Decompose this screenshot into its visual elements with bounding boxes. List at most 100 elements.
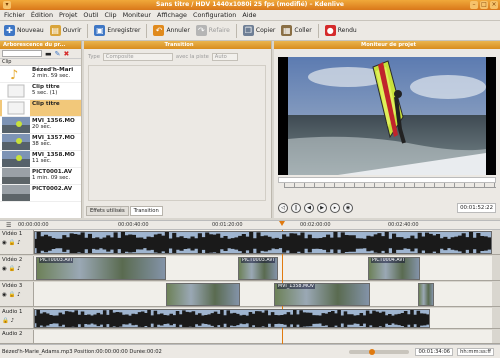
toolbar-label: Enregistrer [107,27,141,34]
clip-item[interactable]: MVI_1357.MO 38 sec. [0,134,81,151]
menu-aide[interactable]: Aide [242,11,256,19]
track-header[interactable]: Vidéo 2 ◉ 🔒 ♪ [0,256,34,280]
zoom-slider[interactable] [349,348,410,355]
transition-settings-area [88,65,266,201]
track-header[interactable]: Vidéo 1 ◉ 🔒 ♪ [0,230,34,254]
clip-item[interactable]: MVI_1358.MO 11 sec. [0,151,81,168]
toolbar-label: Rendu [337,27,357,34]
track-header[interactable]: Audio 2 [0,330,34,343]
track-lock-mute-icon[interactable]: 🔒 ♪ [2,318,31,324]
edit-clip-icon[interactable]: ✎ [55,50,61,58]
transition-panel: Transition Type Composite avec la piste … [84,41,272,218]
maximize-icon[interactable]: □ [480,1,488,9]
clip-item[interactable]: Clip titre [0,100,81,117]
transition-track-label: avec la piste [175,54,209,60]
toolbar-separator [87,23,89,38]
transition-row: Type Composite avec la piste Auto [84,52,271,62]
track-name: Audio 2 [2,331,23,337]
clip-thumbnail [2,134,30,150]
menu-clip[interactable]: Clip [105,11,117,19]
timeline-clip[interactable] [418,283,434,306]
status-timecode[interactable]: 00:01:34:06 [415,347,454,356]
menu-configuration[interactable]: Configuration [193,11,236,19]
clip-list: ♪ Bézed'h-Mari 2 min. 59 sec. Clip titre 5 s… [0,66,81,202]
menu-affichage[interactable]: Affichage [157,11,187,19]
enregistrer-button[interactable]: ▣ Enregistrer [94,25,140,36]
rendu-button[interactable]: ● Rendu [324,25,357,36]
timeline-clip[interactable] [166,283,240,306]
minimize-icon[interactable]: – [470,1,478,9]
menu-fichier[interactable]: Fichier [4,11,25,19]
monitor-video-frame[interactable] [278,57,496,175]
timecode-format-select[interactable]: hh:mm:ss:ff [457,347,494,356]
play-button[interactable]: ▶ [317,203,327,213]
menu-outil[interactable]: Outil [83,11,98,19]
track-lock-mute-icon[interactable]: ◉ 🔒 ♪ [2,266,31,272]
toolbar-label: Annuler [166,27,190,34]
copy-icon: ❐ [242,25,254,36]
project-search-input[interactable] [2,50,42,57]
clip-label: PICT0003.AVI [241,258,275,263]
clip-item[interactable]: Clip titre 5 sec. (1) [0,83,81,100]
timeline-ruler[interactable]: ☰ 00:00:00:00 00:00:40:00 00:01:20:00 00… [0,220,500,230]
annuler-button[interactable]: ↶ Annuler [153,25,190,36]
clip-thumbnail [2,168,30,184]
transition-track-select[interactable]: Auto [211,53,238,61]
delete-clip-icon[interactable]: ✖ [64,50,70,58]
transition-type-select[interactable]: Composite [102,53,173,61]
monitor-timecode[interactable]: 00:01:52:22 [457,203,496,213]
clip-item[interactable]: PICT0002.AV [0,185,81,202]
add-clip-icon[interactable]: ▬ [45,50,52,58]
new-file-icon: ✚ [4,25,15,36]
window-menu-icon[interactable]: ▾ [3,1,11,9]
next-button[interactable]: ▸ [330,203,340,213]
clip-item[interactable]: PICT0001.AV 1 min. 09 sec. [0,168,81,185]
redo-icon: ↷ [195,25,207,36]
track-lock-mute-icon[interactable]: ◉ 🔒 ♪ [2,240,31,246]
timeline-clip[interactable]: PICT0004.AVI [368,257,420,280]
timeline-clip[interactable]: PICT0003.AVI [238,257,278,280]
menu-moniteur[interactable]: Moniteur [123,11,151,19]
clip-text: Bézed'h-Mari 2 min. 59 sec. [32,66,73,82]
record-button[interactable]: ◉ [343,203,353,213]
coller-button[interactable]: ▦ Coller [281,25,312,36]
timeline-menu-icon[interactable]: ☰ [6,222,11,229]
refaire-button[interactable]: ↷ Refaire [195,25,230,36]
ruler-mark: 00:00:00:00 [18,222,49,228]
timeline-clip[interactable]: MVI_1358.MOV [274,283,370,306]
copier-button[interactable]: ❐ Copier [242,25,275,36]
ruler-mark: 00:00:40:00 [118,222,149,228]
transition-tabs: Effets utilisés Transition [86,206,164,216]
clip-item[interactable]: MVI_1356.MO 20 sec. [0,117,81,134]
clip-name: Clip titre [32,101,60,107]
menu-dition[interactable]: Édition [31,11,53,19]
project-toolbar: ▬ ✎ ✖ [0,49,81,59]
clip-duration: 5 sec. (1) [32,90,58,96]
clip-item[interactable]: ♪ Bézed'h-Mari 2 min. 59 sec. [0,66,81,83]
clip-thumbnail: ♪ [2,66,30,82]
track-header[interactable]: Vidéo 3 ◉ 🔒 ♪ [0,282,34,306]
ruler-mark: 00:02:40:00 [388,222,419,228]
ouvrir-button[interactable]: ▤ Ouvrir [49,25,81,36]
tab-transition[interactable]: Transition [129,206,163,216]
rewind-button[interactable]: ◁ [278,203,288,213]
track-area[interactable] [34,330,492,343]
windsurf-image [278,57,496,175]
track-name: Audio 1 [2,309,23,315]
menu-projet[interactable]: Projet [59,11,77,19]
tab-effects-used[interactable]: Effets utilisés [86,206,129,216]
clip-text: PICT0001.AV 1 min. 09 sec. [32,168,72,184]
track-header[interactable]: Audio 1 🔒 ♪ [0,308,34,328]
nouveau-button[interactable]: ✚ Nouveau [4,25,44,36]
timeline-clip[interactable] [34,309,430,328]
close-icon[interactable]: × [490,1,498,9]
project-monitor-panel: Moniteur de projet ◁ ‖ ◀ ▶ ▸ ◉ 00:01:52:… [274,41,500,218]
clip-duration: 11 sec. [32,158,52,164]
ruler-mark: 00:02:00:00 [300,222,331,228]
timeline-clip[interactable]: PICT0003.AVI [36,257,166,280]
playhead-marker-icon[interactable] [279,221,285,226]
track-lock-mute-icon[interactable]: ◉ 🔒 ♪ [2,292,31,298]
pause-button[interactable]: ‖ [291,203,301,213]
previous-button[interactable]: ◀ [304,203,314,213]
timeline-clip[interactable] [34,231,492,254]
